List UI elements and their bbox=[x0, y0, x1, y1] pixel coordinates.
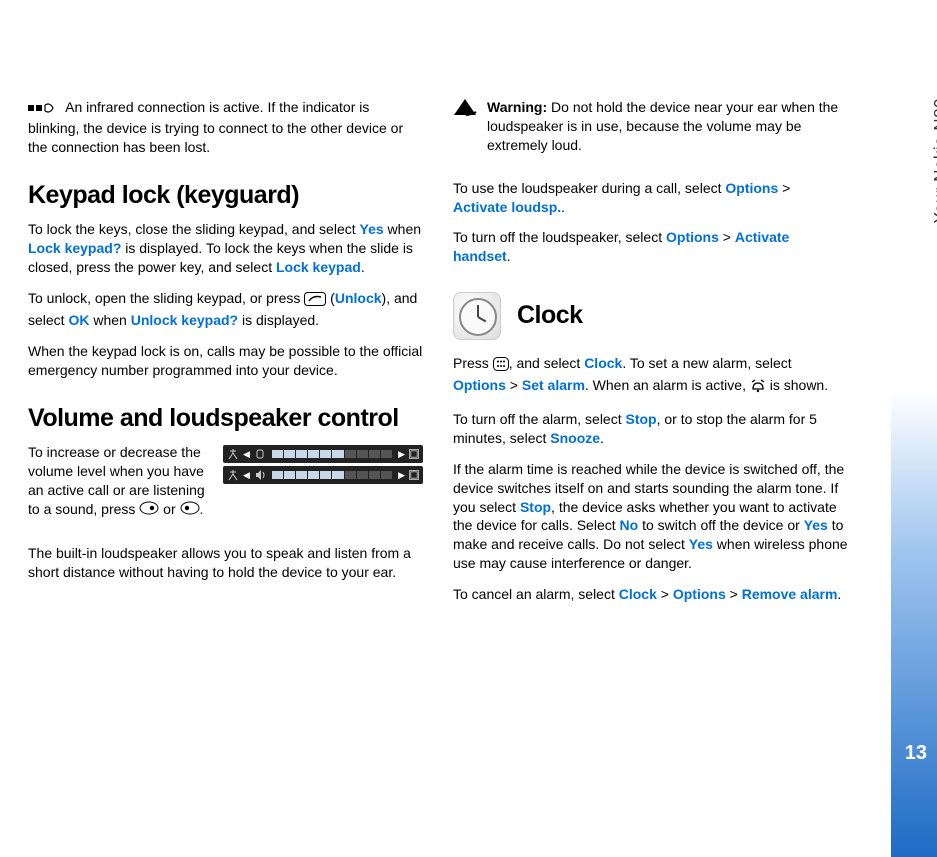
ui-options: Options bbox=[673, 586, 726, 602]
keypad-p3: When the keypad lock is on, calls may be… bbox=[28, 342, 423, 380]
signal-icon bbox=[227, 469, 239, 481]
ui-yes: Yes bbox=[689, 536, 713, 552]
warning-icon bbox=[453, 98, 477, 167]
ui-yes: Yes bbox=[360, 221, 384, 237]
manual-page: An infrared connection is active. If the… bbox=[0, 0, 937, 857]
sidebar-gradient bbox=[891, 390, 937, 857]
warning-block: Warning: Do not hold the device near you… bbox=[453, 98, 848, 167]
volume-segments bbox=[272, 471, 392, 479]
page-number: 13 bbox=[905, 740, 927, 767]
warning-label: Warning: bbox=[487, 99, 547, 115]
volume-bar-loudspeaker: ◀ ▶ bbox=[223, 466, 423, 484]
ui-options: Options bbox=[725, 180, 778, 196]
call-key-icon bbox=[304, 292, 326, 311]
volume-up-key-icon bbox=[139, 501, 159, 520]
infrared-paragraph: An infrared connection is active. If the… bbox=[28, 98, 423, 157]
ui-stop: Stop bbox=[626, 411, 657, 427]
battery-icon bbox=[409, 470, 419, 480]
volume-bar-earpiece: ◀ ▶ bbox=[223, 445, 423, 463]
ui-clock: Clock bbox=[619, 586, 657, 602]
right-column: Warning: Do not hold the device near you… bbox=[453, 98, 848, 616]
loudspeaker-on-p: To use the loudspeaker during a call, se… bbox=[453, 179, 848, 217]
chapter-label: Your Nokia N80 bbox=[929, 98, 937, 223]
clock-p3: If the alarm time is reached while the d… bbox=[453, 460, 848, 573]
battery-icon bbox=[409, 449, 419, 459]
loudspeaker-icon bbox=[254, 469, 266, 481]
volume-segments bbox=[272, 450, 392, 458]
sidebar: Your Nokia N80 13 bbox=[891, 0, 937, 857]
volume-down-key-icon bbox=[180, 501, 200, 520]
infrared-icon bbox=[28, 100, 58, 119]
clock-p1: Press , and select Clock. To set a new a… bbox=[453, 354, 848, 398]
earpiece-icon bbox=[254, 448, 266, 460]
ui-lock-keypad-q: Lock keypad? bbox=[28, 240, 121, 256]
alarm-active-icon bbox=[750, 379, 766, 398]
volume-block: To increase or decrease the volume level… bbox=[28, 443, 423, 531]
ui-set-alarm: Set alarm bbox=[522, 377, 585, 393]
clock-app-icon bbox=[453, 292, 501, 340]
left-column: An infrared connection is active. If the… bbox=[28, 98, 423, 616]
left-arrow-icon: ◀ bbox=[243, 448, 250, 460]
keypad-p1: To lock the keys, close the sliding keyp… bbox=[28, 220, 423, 277]
clock-p2: To turn off the alarm, select Stop, or t… bbox=[453, 410, 848, 448]
ui-yes: Yes bbox=[804, 517, 828, 533]
volume-p1: To increase or decrease the volume level… bbox=[28, 443, 208, 519]
ui-unlock-keypad-q: Unlock keypad? bbox=[131, 312, 238, 328]
ui-ok: OK bbox=[68, 312, 89, 328]
ui-remove-alarm: Remove alarm bbox=[742, 586, 838, 602]
menu-key-icon bbox=[493, 357, 509, 376]
clock-heading-row: Clock bbox=[453, 292, 848, 340]
loudspeaker-off-p: To turn off the loudspeaker, select Opti… bbox=[453, 228, 848, 266]
warning-text: Warning: Do not hold the device near you… bbox=[487, 98, 848, 155]
left-arrow-icon: ◀ bbox=[243, 469, 250, 481]
ui-clock: Clock bbox=[584, 355, 622, 371]
volume-indicator-figure: ◀ ▶ ◀ ▶ bbox=[223, 445, 423, 484]
keypad-lock-heading: Keypad lock (keyguard) bbox=[28, 179, 423, 213]
right-arrow-icon: ▶ bbox=[398, 448, 405, 460]
signal-icon bbox=[227, 448, 239, 460]
clock-heading: Clock bbox=[517, 299, 583, 333]
ui-options: Options bbox=[453, 377, 506, 393]
volume-p2: The built-in loudspeaker allows you to s… bbox=[28, 544, 423, 582]
infrared-text: An infrared connection is active. If the… bbox=[28, 99, 403, 155]
ui-stop: Stop bbox=[520, 499, 551, 515]
keypad-p2: To unlock, open the sliding keypad, or p… bbox=[28, 289, 423, 330]
ui-activate-loudsp: Activate loudsp. bbox=[453, 199, 561, 215]
ui-no: No bbox=[620, 517, 639, 533]
ui-options: Options bbox=[666, 229, 719, 245]
right-arrow-icon: ▶ bbox=[398, 469, 405, 481]
volume-heading: Volume and loudspeaker control bbox=[28, 402, 423, 436]
ui-unlock: Unlock bbox=[335, 290, 382, 306]
content-columns: An infrared connection is active. If the… bbox=[28, 98, 848, 616]
ui-lock-keypad: Lock keypad bbox=[276, 259, 361, 275]
ui-snooze: Snooze bbox=[550, 430, 600, 446]
clock-p4: To cancel an alarm, select Clock > Optio… bbox=[453, 585, 848, 604]
